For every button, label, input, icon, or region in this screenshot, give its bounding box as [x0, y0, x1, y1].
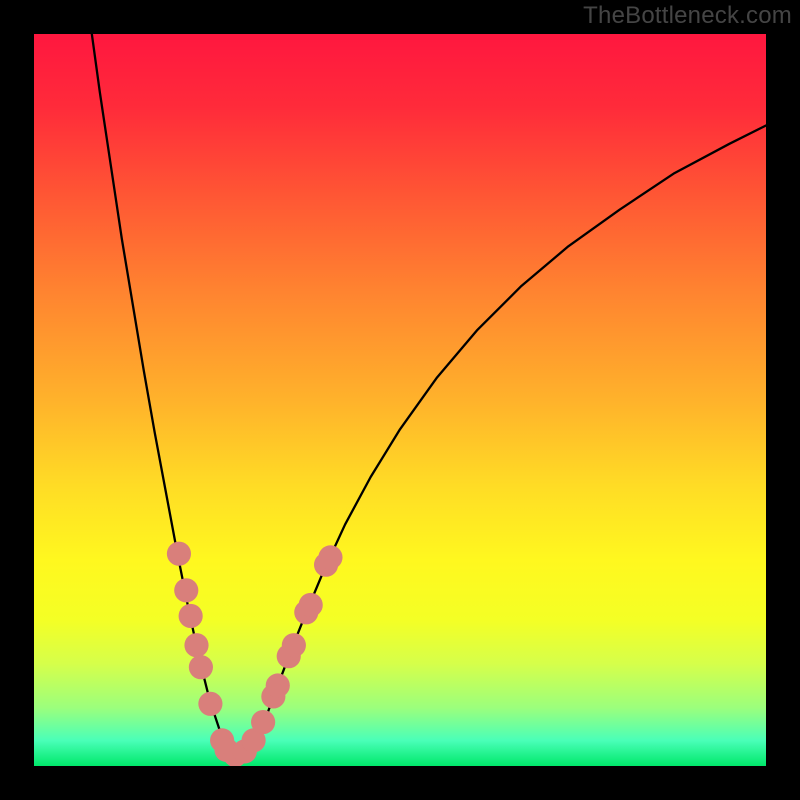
highlight-dot [299, 593, 323, 617]
highlight-dot [179, 604, 203, 628]
highlight-dot [167, 542, 191, 566]
plot-svg [34, 34, 766, 766]
highlight-dot [251, 710, 275, 734]
watermark-text: TheBottleneck.com [583, 2, 792, 30]
highlight-dot [198, 692, 222, 716]
highlight-dot [189, 655, 213, 679]
highlight-dot [266, 673, 290, 697]
highlight-dot [184, 633, 208, 657]
plot-area [34, 34, 766, 766]
gradient-background [34, 34, 766, 766]
highlight-dot [282, 633, 306, 657]
outer-frame: TheBottleneck.com [0, 0, 800, 800]
highlight-dot [318, 545, 342, 569]
highlight-dot [174, 578, 198, 602]
